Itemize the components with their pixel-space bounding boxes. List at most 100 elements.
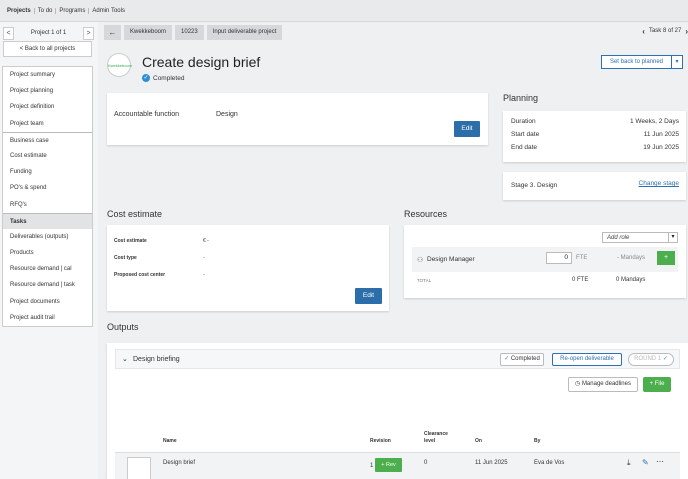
file-author: Eva de Vos	[534, 460, 565, 466]
table-row: Design brief 1 + Rev 0 11 Jun 2025 Eva d…	[115, 452, 680, 479]
duration-value: 1 Weeks, 2 Days	[629, 118, 679, 125]
sidebar-item-cost-estimate[interactable]: Cost estimate	[3, 148, 92, 164]
file-name[interactable]: Design brief	[163, 460, 195, 466]
add-role-select[interactable]: Add role ▾	[602, 232, 678, 243]
breadcrumb-project-name[interactable]: Input deliverable project	[206, 25, 283, 40]
total-fte: 0 FTE	[572, 277, 589, 283]
sidebar-item-resource-demand-task[interactable]: Resource demand | task	[3, 277, 92, 293]
resources-title: Resources	[404, 209, 448, 219]
deliverable-status: Completed	[510, 356, 540, 362]
cost-type-value: -	[203, 255, 205, 261]
sidebar-item-project-definition[interactable]: Project definition	[3, 99, 92, 115]
sidebar-item-project-documents[interactable]: Project documents	[3, 294, 92, 310]
sidebar-item-funding[interactable]: Funding	[3, 164, 92, 180]
check-circle-icon: ✓	[142, 74, 150, 82]
col-clearance-level: Clearance level	[424, 431, 448, 444]
total-label: TOTAL	[417, 278, 432, 283]
prev-task-button[interactable]: ‹	[642, 28, 645, 36]
sidebar-item-deliverables[interactable]: Deliverables (outputs)	[3, 229, 92, 245]
set-back-to-planned-button[interactable]: Set back to planned	[601, 55, 672, 69]
edit-cost-button[interactable]: Edit	[355, 288, 382, 304]
planning-title: Planning	[503, 93, 539, 103]
manage-deadlines-button[interactable]: ◷ Manage deadlines	[568, 377, 638, 392]
cost-type-label: Cost type	[114, 255, 137, 261]
change-stage-link[interactable]: Change stage	[639, 180, 679, 187]
cost-center-label: Proposed cost center	[114, 272, 166, 278]
resources-card: Add role ▾ ⚇ Design Manager 0 FTE - Mand…	[404, 225, 686, 298]
file-clearance: 0	[424, 460, 428, 466]
topnav-projects[interactable]: Projects	[4, 8, 35, 14]
sidebar-item-rfqs[interactable]: RFQ's	[3, 197, 92, 213]
cost-estimate-value: € -	[203, 238, 209, 244]
chevron-down-icon[interactable]: ⌄	[122, 355, 128, 363]
sidebar-item-project-audit-trail[interactable]: Project audit trail	[3, 310, 92, 326]
planning-card: Duration 1 Weeks, 2 Days Start date 11 J…	[503, 111, 686, 162]
page-title: Create design brief	[142, 54, 261, 70]
topnav-programs[interactable]: Programs	[56, 8, 90, 14]
col-on: On	[475, 438, 482, 444]
sidebar-item-products[interactable]: Products	[3, 245, 92, 261]
project-pager-label: Project 1 of 1	[30, 30, 67, 36]
topnav-todo[interactable]: To do	[35, 8, 57, 14]
cost-estimate-label: Cost estimate	[114, 238, 147, 244]
file-revision: 1	[370, 463, 374, 469]
start-date-value: 11 Jun 2025	[643, 131, 679, 138]
next-project-button[interactable]: >	[83, 27, 94, 40]
add-person-button[interactable]: +	[657, 251, 675, 265]
edit-accountable-button[interactable]: Edit	[454, 121, 480, 137]
task-status: ✓ Completed	[142, 74, 184, 82]
cost-estimate-title: Cost estimate	[107, 209, 163, 219]
set-back-dropdown-button[interactable]: ▾	[672, 55, 683, 69]
cost-center-value: -	[203, 272, 205, 278]
end-date-value: 19 Jun 2025	[643, 144, 679, 151]
add-role-placeholder: Add role	[607, 235, 630, 241]
sidebar: < Project 1 of 1 > < Back to all project…	[0, 22, 98, 479]
col-revision: Revision	[370, 438, 391, 444]
back-to-projects-button[interactable]: < Back to all projects	[3, 41, 92, 57]
accountable-card: Accountable function Design Edit	[107, 93, 488, 145]
prev-project-button[interactable]: <	[3, 27, 14, 40]
file-date: 11 Jun 2025	[475, 460, 508, 466]
sidebar-item-resource-demand-cal[interactable]: Resource demand | cal	[3, 261, 92, 277]
total-mandays: 0 Mandays	[616, 277, 646, 283]
sidebar-item-pos-spend[interactable]: PO's & spend	[3, 180, 92, 196]
sidebar-item-project-team[interactable]: Project team	[3, 116, 92, 132]
project-nav: Project summary Project planning Project…	[2, 66, 93, 327]
sidebar-item-business-case[interactable]: Business case	[3, 131, 92, 148]
topnav-admin-tools[interactable]: Admin Tools	[89, 8, 128, 14]
file-thumbnail[interactable]	[127, 457, 151, 479]
top-bar: Projects To do Programs Admin Tools	[0, 0, 688, 22]
duration-label: Duration	[511, 118, 536, 125]
mandays-value: - Mandays	[617, 255, 646, 261]
add-revision-button[interactable]: + Rev	[375, 458, 402, 472]
deliverable-header: ⌄ Design briefing ✓ Completed Re-open de…	[115, 349, 680, 369]
reopen-deliverable-button[interactable]: Re-open deliverable	[552, 353, 622, 366]
sidebar-item-tasks[interactable]: Tasks	[3, 212, 92, 229]
task-status-label: Completed	[153, 74, 185, 82]
stage-label: Stage 3. Design	[511, 182, 558, 189]
top-nav: Projects To do Programs Admin Tools	[4, 8, 128, 14]
end-date-label: End date	[511, 144, 538, 151]
deliverable-status-badge: ✓ Completed	[500, 353, 544, 366]
back-arrow-button[interactable]: ←	[104, 25, 121, 40]
check-circle-icon: ✓	[504, 356, 510, 362]
col-name: Name	[163, 438, 177, 444]
cost-estimate-card: Cost estimate € - Cost type - Proposed c…	[107, 225, 389, 311]
round-label: ROUND 1	[634, 356, 662, 362]
main-content: ← Kwekkeboom 10223 Input deliverable pro…	[101, 22, 688, 479]
more-options-icon[interactable]: ⋯	[656, 457, 664, 466]
chevron-down-icon: ▾	[668, 233, 677, 242]
accountable-value: Design	[216, 111, 238, 118]
breadcrumb-client[interactable]: Kwekkeboom	[124, 25, 173, 40]
round-badge: ROUND 1 ✓	[628, 353, 674, 366]
stage-card: Stage 3. Design Change stage	[503, 172, 686, 200]
sidebar-item-project-summary[interactable]: Project summary	[3, 67, 92, 83]
accountable-label: Accountable function	[114, 111, 179, 118]
breadcrumb-project-number[interactable]: 10223	[175, 25, 204, 40]
fte-input[interactable]: 0	[546, 252, 572, 264]
pencil-icon[interactable]: ✎	[642, 458, 649, 467]
sidebar-item-project-planning[interactable]: Project planning	[3, 83, 92, 99]
add-file-button[interactable]: + File	[643, 377, 671, 392]
download-icon[interactable]: ⤓	[627, 458, 631, 468]
fte-label: FTE	[576, 255, 588, 261]
